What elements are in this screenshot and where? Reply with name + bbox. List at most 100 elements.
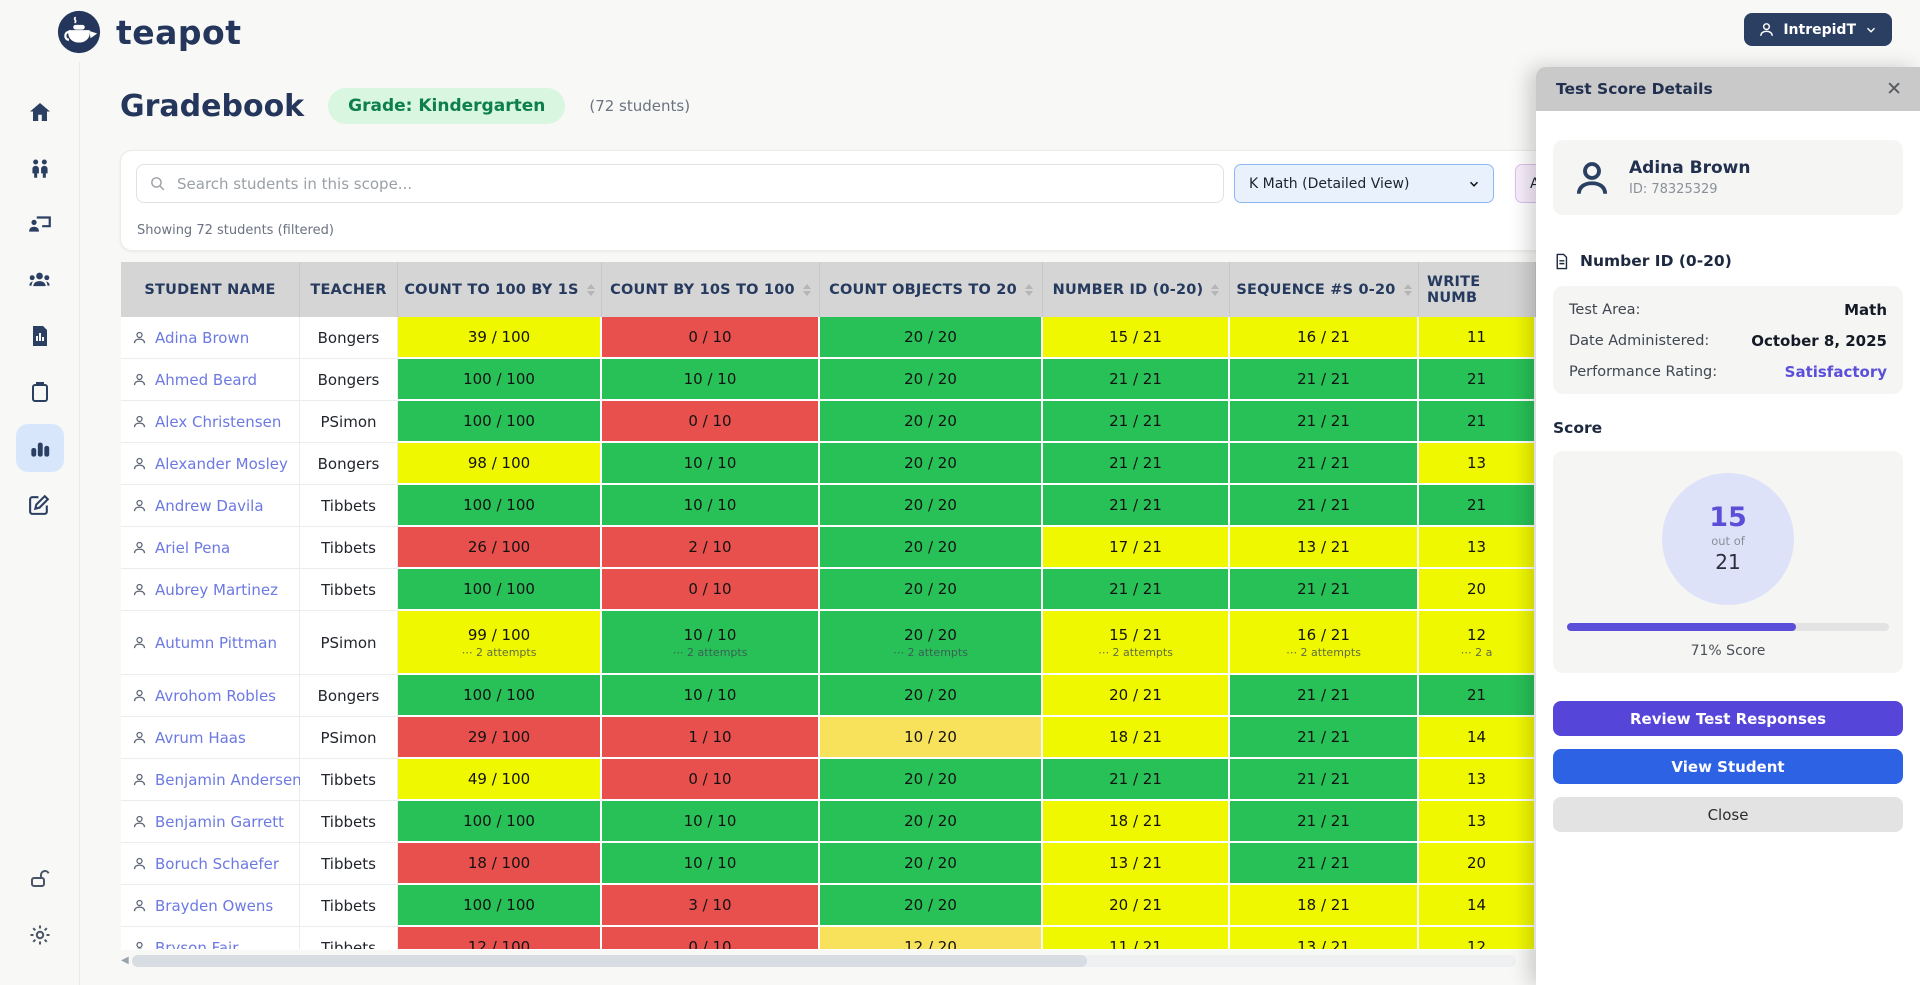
sidebar-item-unlock[interactable] [16,855,64,903]
score-cell[interactable]: 20 [1419,569,1536,611]
close-icon[interactable]: ✕ [1886,80,1902,99]
score-cell[interactable]: 20 / 20 [820,527,1043,569]
score-cell[interactable]: 21 / 21 [1230,675,1419,717]
scrollbar-track[interactable] [132,955,1516,967]
score-cell[interactable]: 100 / 100 [398,401,602,443]
student-name-link[interactable]: Avrum Haas [155,729,246,747]
score-cell[interactable]: 3 / 10 [602,885,820,927]
score-cell[interactable]: 21 [1419,485,1536,527]
score-cell[interactable]: 100 / 100 [398,675,602,717]
score-cell[interactable]: 10 / 10⋯ 2 attempts [602,611,820,675]
score-cell[interactable]: 12 / 100 [398,927,602,949]
score-cell[interactable]: 20 / 20 [820,801,1043,843]
score-cell[interactable]: 17 / 21 [1043,527,1230,569]
score-cell[interactable]: 12 [1419,927,1536,949]
score-cell[interactable]: 21 / 21 [1230,443,1419,485]
score-cell[interactable]: 21 / 21 [1230,569,1419,611]
score-cell[interactable]: 18 / 21 [1043,801,1230,843]
score-cell[interactable]: 10 / 10 [602,675,820,717]
score-cell[interactable]: 10 / 10 [602,843,820,885]
score-cell[interactable]: 21 / 21 [1230,485,1419,527]
score-cell[interactable]: 21 / 21 [1230,359,1419,401]
student-name-link[interactable]: Andrew Davila [155,497,264,515]
column-header[interactable]: NUMBER ID (0-20) [1043,262,1230,317]
view-select[interactable]: K Math (Detailed View) [1234,164,1494,203]
score-cell[interactable]: 13 [1419,759,1536,801]
column-header[interactable]: COUNT TO 100 BY 1S [398,262,602,317]
score-cell[interactable]: 99 / 100⋯ 2 attempts [398,611,602,675]
score-cell[interactable]: 0 / 10 [602,569,820,611]
student-name-link[interactable]: Ahmed Beard [155,371,257,389]
sidebar-item-settings[interactable] [16,911,64,959]
score-cell[interactable]: 20 / 20 [820,843,1043,885]
score-cell[interactable]: 10 / 10 [602,485,820,527]
score-cell[interactable]: 39 / 100 [398,317,602,359]
score-cell[interactable]: 0 / 10 [602,401,820,443]
student-name-link[interactable]: Boruch Schaefer [155,855,279,873]
sidebar-item-students[interactable] [16,144,64,192]
student-name-link[interactable]: Aubrey Martinez [155,581,278,599]
score-cell[interactable]: 14 [1419,717,1536,759]
student-name-link[interactable]: Alexander Mosley [155,455,288,473]
search-input[interactable] [136,164,1224,203]
score-cell[interactable]: 20 / 20 [820,485,1043,527]
score-cell[interactable]: 21 / 21 [1043,401,1230,443]
close-button[interactable]: Close [1553,797,1903,832]
score-cell[interactable]: 11 / 21 [1043,927,1230,949]
score-cell[interactable]: 15 / 21 [1043,317,1230,359]
column-header[interactable]: COUNT BY 10S TO 100 [602,262,820,317]
score-cell[interactable]: 20 / 20⋯ 2 attempts [820,611,1043,675]
score-cell[interactable]: 13 / 21 [1043,843,1230,885]
student-name-link[interactable]: Brayden Owens [155,897,273,915]
score-cell[interactable]: 13 [1419,527,1536,569]
score-cell[interactable]: 20 / 20 [820,675,1043,717]
score-cell[interactable]: 20 / 20 [820,443,1043,485]
score-cell[interactable]: 100 / 100 [398,569,602,611]
score-cell[interactable]: 12 / 20 [820,927,1043,949]
score-cell[interactable]: 100 / 100 [398,359,602,401]
column-header[interactable]: COUNT OBJECTS TO 20 [820,262,1043,317]
score-cell[interactable]: 12⋯ 2 a [1419,611,1536,675]
sidebar-item-groups[interactable] [16,256,64,304]
score-cell[interactable]: 100 / 100 [398,485,602,527]
score-cell[interactable]: 98 / 100 [398,443,602,485]
sidebar-item-reports[interactable] [16,312,64,360]
view-student-button[interactable]: View Student [1553,749,1903,784]
sidebar-item-assignments[interactable] [16,368,64,416]
score-cell[interactable]: 20 / 20 [820,569,1043,611]
score-cell[interactable]: 21 [1419,675,1536,717]
sidebar-item-compose[interactable] [16,480,64,528]
score-cell[interactable]: 13 / 21 [1230,527,1419,569]
score-cell[interactable]: 20 / 20 [820,317,1043,359]
score-cell[interactable]: 0 / 10 [602,927,820,949]
score-cell[interactable]: 21 / 21 [1043,759,1230,801]
scroll-left-arrow[interactable]: ◀ [121,955,129,966]
score-cell[interactable]: 21 / 21 [1230,801,1419,843]
score-cell[interactable]: 21 / 21 [1043,443,1230,485]
score-cell[interactable]: 21 / 21 [1043,569,1230,611]
score-cell[interactable]: 20 / 21 [1043,675,1230,717]
score-cell[interactable]: 21 / 21 [1230,759,1419,801]
score-cell[interactable]: 20 / 20 [820,759,1043,801]
score-cell[interactable]: 20 / 20 [820,401,1043,443]
score-cell[interactable]: 20 / 20 [820,359,1043,401]
score-cell[interactable]: 21 / 21 [1043,485,1230,527]
score-cell[interactable]: 26 / 100 [398,527,602,569]
score-cell[interactable]: 14 [1419,885,1536,927]
score-cell[interactable]: 20 [1419,843,1536,885]
sidebar-item-gradebook[interactable] [16,424,64,472]
sidebar-item-classroom[interactable] [16,200,64,248]
score-cell[interactable]: 13 [1419,443,1536,485]
score-cell[interactable]: 21 / 21 [1230,401,1419,443]
score-cell[interactable]: 1 / 10 [602,717,820,759]
score-cell[interactable]: 10 / 20 [820,717,1043,759]
user-menu-button[interactable]: IntrepidT [1744,13,1892,46]
score-cell[interactable]: 21 / 21 [1230,717,1419,759]
score-cell[interactable]: 13 [1419,801,1536,843]
score-cell[interactable]: 10 / 10 [602,359,820,401]
score-cell[interactable]: 21 [1419,359,1536,401]
student-name-link[interactable]: Alex Christensen [155,413,281,431]
review-test-responses-button[interactable]: Review Test Responses [1553,701,1903,736]
score-cell[interactable]: 49 / 100 [398,759,602,801]
score-cell[interactable]: 20 / 20 [820,885,1043,927]
